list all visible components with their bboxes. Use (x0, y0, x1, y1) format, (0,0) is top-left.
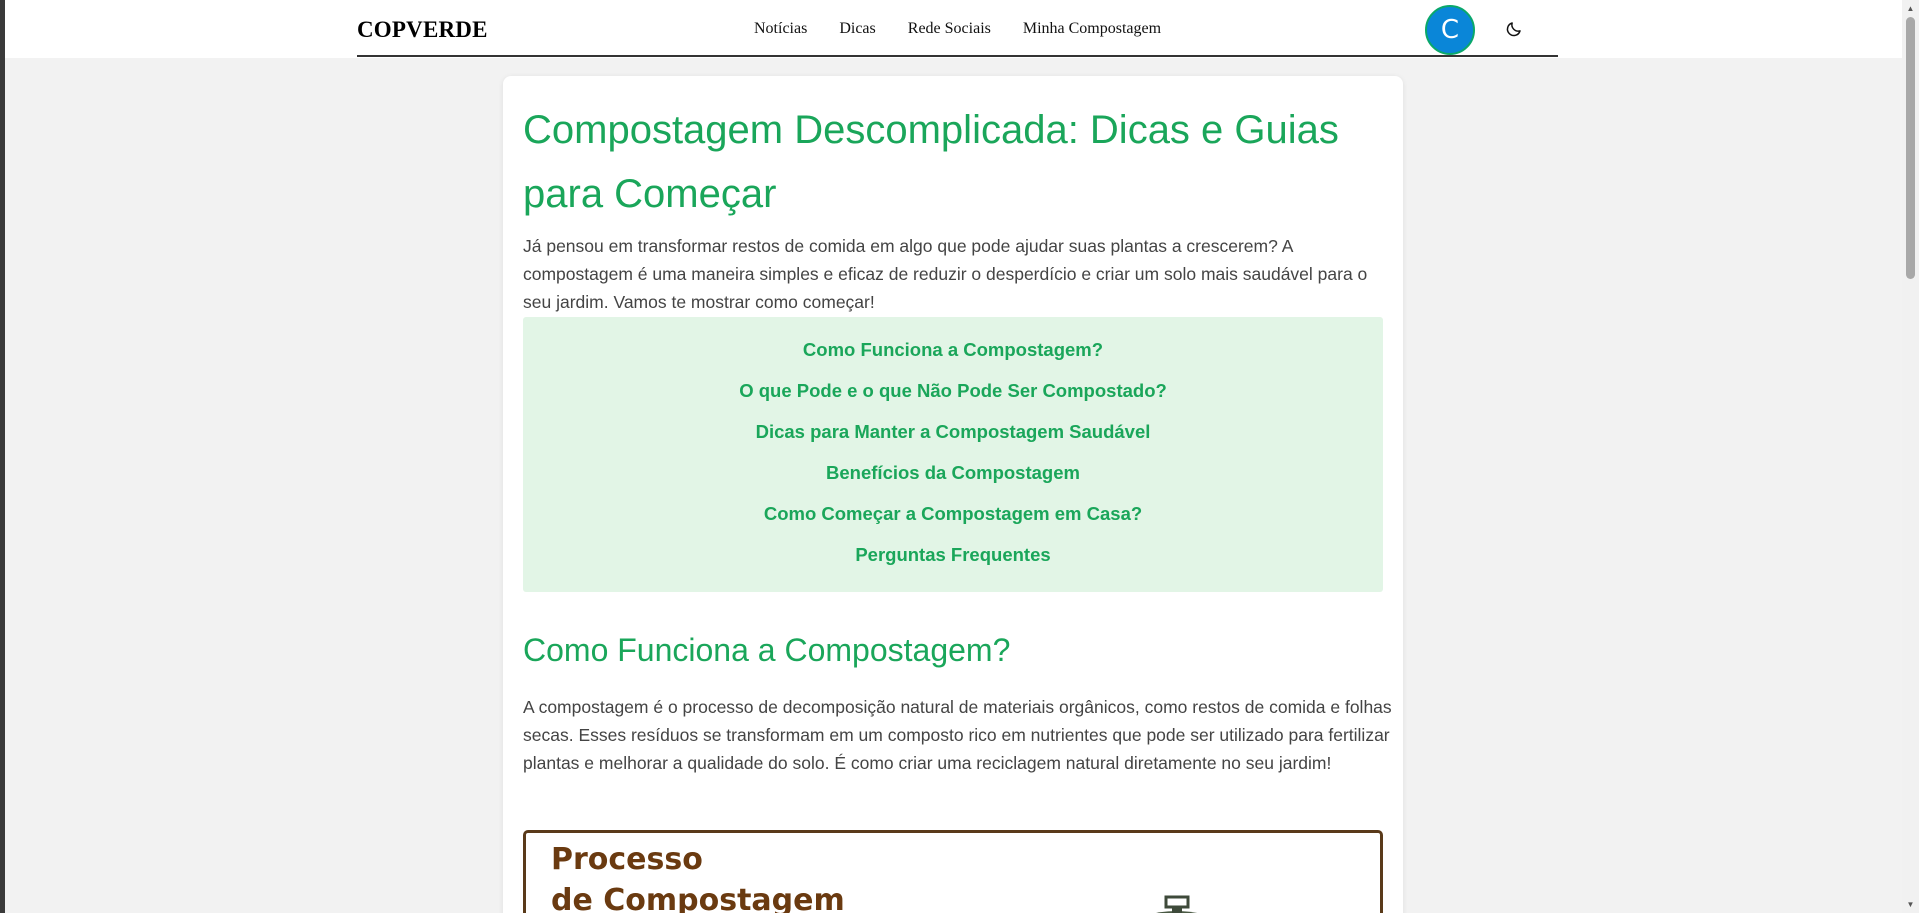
article-title: Compostagem Descomplicada: Dicas e Guias… (523, 108, 1339, 216)
illustration-title: Processo de Compostagem (551, 839, 845, 913)
window-frame (0, 0, 5, 913)
toc-link[interactable]: Perguntas Frequentes (523, 544, 1383, 585)
page-scrollbar[interactable]: ▲ ▼ (1902, 0, 1919, 913)
moon-icon (1506, 22, 1521, 37)
article-intro: Já pensou em transformar restos de comid… (523, 236, 1368, 312)
nav-link-noticias[interactable]: Notícias (754, 20, 807, 38)
section-body: A compostagem é o processo de decomposiç… (523, 697, 1392, 773)
theme-toggle-button[interactable] (1503, 18, 1525, 40)
top-navbar: COPVERDE Notícias Dicas Rede Sociais Min… (5, 0, 1902, 58)
scroll-up-arrow-icon[interactable]: ▲ (1902, 0, 1919, 17)
toc-link[interactable]: Dicas para Manter a Compostagem Saudável (523, 421, 1383, 462)
navbar-inner: COPVERDE Notícias Dicas Rede Sociais Min… (357, 0, 1558, 57)
nav-link-dicas[interactable]: Dicas (839, 20, 875, 38)
main-nav: Notícias Dicas Rede Sociais Minha Compos… (754, 20, 1161, 38)
illustration-title-line-1: Processo (551, 842, 703, 877)
section-heading: Como Funciona a Compostagem? (523, 632, 1011, 668)
toc-link[interactable]: Como Funciona a Compostagem? (523, 339, 1383, 380)
nav-link-rede-sociais[interactable]: Rede Sociais (908, 20, 991, 38)
composting-process-illustration: Processo de Compostagem (523, 830, 1383, 913)
toc-link[interactable]: Como Começar a Compostagem em Casa? (523, 503, 1383, 544)
compost-bin-icon (1156, 895, 1197, 913)
user-avatar[interactable]: C (1425, 5, 1475, 55)
table-of-contents: Como Funciona a Compostagem? O que Pode … (523, 317, 1383, 592)
toc-link[interactable]: Benefícios da Compostagem (523, 462, 1383, 503)
scroll-down-arrow-icon[interactable]: ▼ (1902, 896, 1919, 913)
illustration-title-line-2: de Compostagem (551, 883, 845, 913)
scrollbar-thumb[interactable] (1906, 17, 1915, 279)
brand-logo[interactable]: COPVERDE (357, 17, 488, 43)
article-card: Compostagem Descomplicada: Dicas e Guias… (503, 76, 1403, 913)
nav-link-minha-compostagem[interactable]: Minha Compostagem (1023, 20, 1161, 38)
toc-link[interactable]: O que Pode e o que Não Pode Ser Composta… (523, 380, 1383, 421)
